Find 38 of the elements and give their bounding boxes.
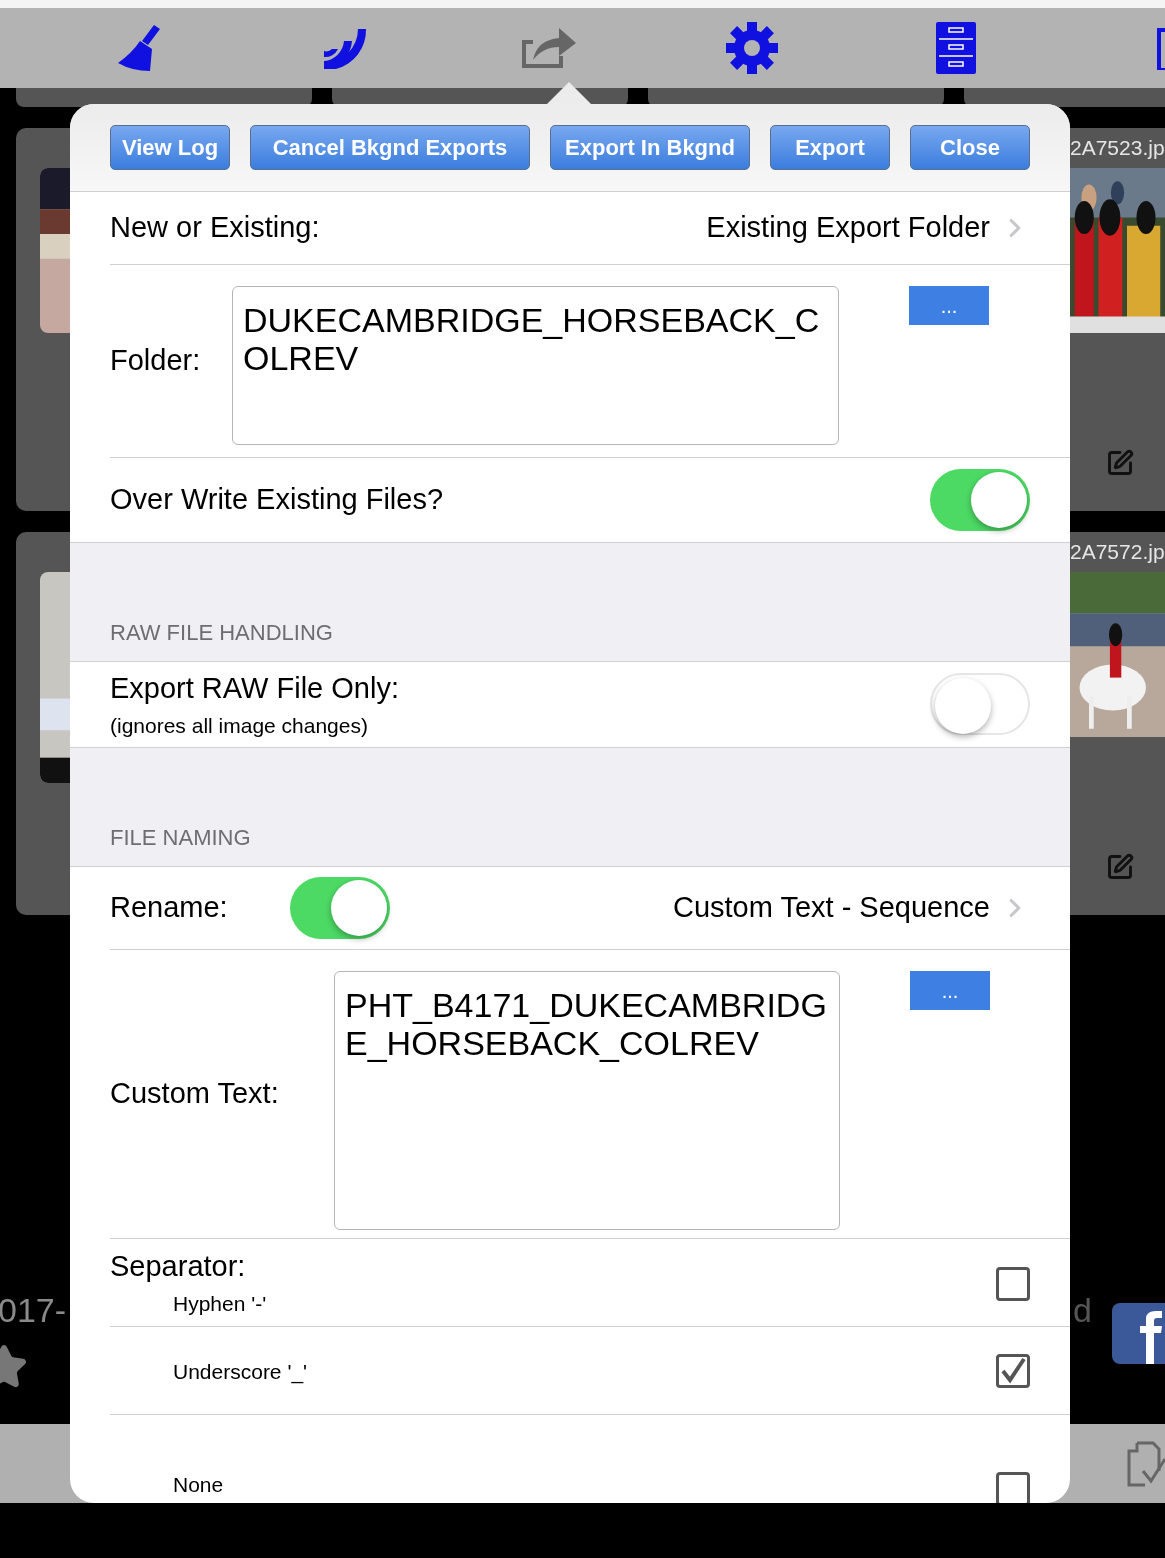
text-field[interactable]: PHT_B4171_DUKECAMBRIDGE_HORSEBACK_COLREV <box>334 971 840 1231</box>
document-check-icon[interactable] <box>1125 1440 1165 1487</box>
row-label: Folder: <box>110 343 201 379</box>
checkbox[interactable] <box>996 1354 1030 1389</box>
row-label: Separator: <box>110 1248 247 1284</box>
checkbox[interactable] <box>996 1471 1030 1503</box>
toggle-switch[interactable] <box>930 673 1030 736</box>
text-field[interactable]: DUKECAMBRIDGE_HORSEBACK_COLREV <box>232 286 839 446</box>
toggle-switch[interactable] <box>930 468 1030 531</box>
share-icon[interactable] <box>519 26 577 70</box>
list-row[interactable]: New or Existing: Existing Export Folder <box>110 192 1070 266</box>
row-value[interactable]: Custom Text - Sequence <box>672 886 990 930</box>
row-label: Custom Text: <box>110 1076 279 1112</box>
edit-icon[interactable] <box>1106 853 1134 881</box>
row-label: New or Existing: <box>110 210 320 246</box>
file-name: 2A7523.jp <box>1070 136 1165 160</box>
option-label[interactable]: Hyphen '-' <box>173 1288 267 1320</box>
row-value: Existing Export Folder <box>706 210 990 246</box>
row-label: Export RAW File Only: <box>110 670 399 706</box>
option-label[interactable]: None <box>173 1469 224 1501</box>
checkbox[interactable] <box>996 1267 1030 1302</box>
row-label: Over Write Existing Files? <box>110 482 444 518</box>
more-button[interactable]: ... <box>910 971 990 1011</box>
row-subtitle: (ignores all image changes) <box>110 713 369 740</box>
toggle-switch[interactable] <box>290 876 390 939</box>
popover-arrow <box>546 82 592 105</box>
row-label: Rename: <box>110 891 228 924</box>
file-cabinet-icon[interactable] <box>935 21 977 75</box>
section-header: RAW FILE HANDLING <box>110 619 333 648</box>
file-name: 2A7572.jp <box>1070 540 1165 564</box>
settings-icon[interactable] <box>725 21 779 75</box>
social-share-icon[interactable] <box>1112 1303 1165 1364</box>
edit-icon[interactable] <box>1106 449 1134 477</box>
date-text: 017- <box>0 1293 67 1327</box>
caption-text: d <box>1073 1293 1092 1327</box>
section-header: FILE NAMING <box>110 823 251 852</box>
option-label[interactable]: Underscore '_' <box>173 1355 308 1388</box>
more-button[interactable]: ... <box>909 286 989 326</box>
